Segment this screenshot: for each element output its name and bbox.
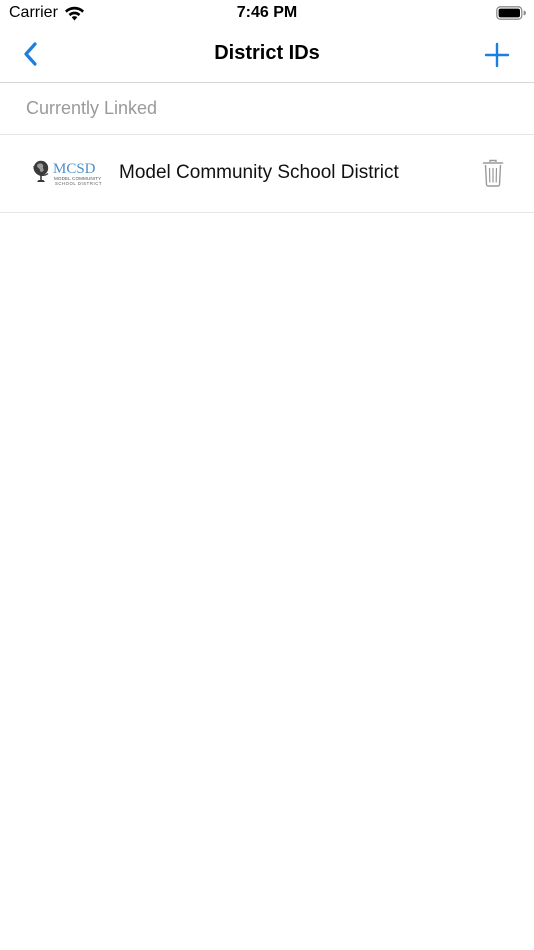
logo-line2: SCHOOL DISTRICT xyxy=(55,181,102,186)
status-bar: Carrier 7:46 PM xyxy=(0,0,534,28)
plus-icon xyxy=(484,42,510,68)
list-item-district[interactable]: MCSD MODEL COMMUNITY SCHOOL DISTRICT Mod… xyxy=(0,134,534,213)
district-name: Model Community School District xyxy=(119,162,399,183)
page-title: District IDs xyxy=(214,42,320,64)
section-header-label: Currently Linked xyxy=(26,98,158,118)
globe-icon xyxy=(33,160,49,182)
district-ids-screen: Carrier 7:46 PM District IDs Currently L… xyxy=(0,0,534,950)
battery-icon xyxy=(496,6,526,20)
add-district-button[interactable] xyxy=(482,40,512,70)
delete-district-button[interactable] xyxy=(482,159,504,187)
status-time: 7:46 PM xyxy=(236,4,298,21)
navigation-bar: District IDs xyxy=(0,28,534,83)
trash-icon xyxy=(482,159,504,187)
district-logo: MCSD MODEL COMMUNITY SCHOOL DISTRICT xyxy=(33,160,102,186)
section-header: Currently Linked xyxy=(0,83,534,134)
logo-abbreviation: MCSD xyxy=(53,161,96,177)
